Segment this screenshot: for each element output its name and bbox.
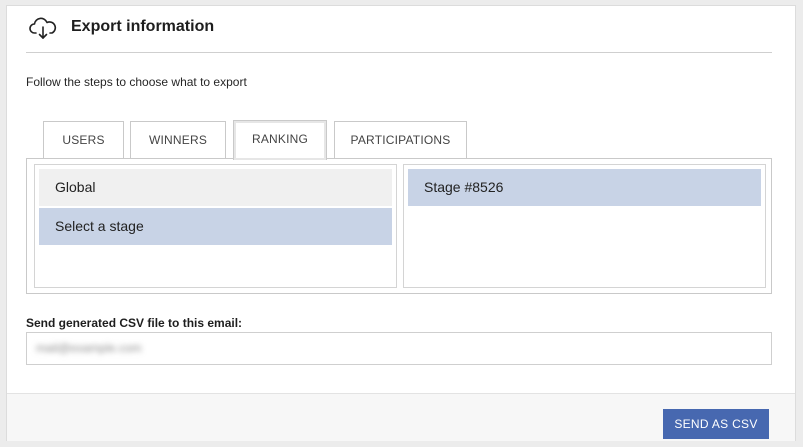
- email-field[interactable]: mail@example.com: [26, 332, 772, 365]
- cloud-download-icon: [29, 17, 57, 39]
- email-field-label: Send generated CSV file to this email:: [26, 316, 243, 330]
- tab-winners[interactable]: WINNERS: [130, 121, 226, 158]
- panel-footer: SEND AS CSV: [7, 393, 795, 441]
- page-title: Export information: [71, 18, 215, 35]
- stage-list: Stage #8526: [403, 164, 766, 288]
- tab-ranking[interactable]: RANKING: [233, 120, 327, 160]
- ranking-tab-panel: Global Select a stage Stage #8526: [26, 158, 772, 294]
- tab-participations[interactable]: PARTICIPATIONS: [334, 121, 467, 158]
- email-value: mail@example.com: [36, 341, 142, 355]
- export-panel: Export information Follow the steps to c…: [6, 5, 796, 441]
- ranking-type-list: Global Select a stage: [34, 164, 397, 288]
- list-item-stage[interactable]: Stage #8526: [408, 169, 761, 206]
- panel-header: Export information: [26, 6, 772, 53]
- instructions-text: Follow the steps to choose what to expor…: [26, 75, 247, 89]
- list-item-select-stage[interactable]: Select a stage: [39, 208, 392, 245]
- send-as-csv-button[interactable]: SEND AS CSV: [663, 409, 769, 439]
- tab-users[interactable]: USERS: [43, 121, 124, 158]
- list-item-global[interactable]: Global: [39, 169, 392, 206]
